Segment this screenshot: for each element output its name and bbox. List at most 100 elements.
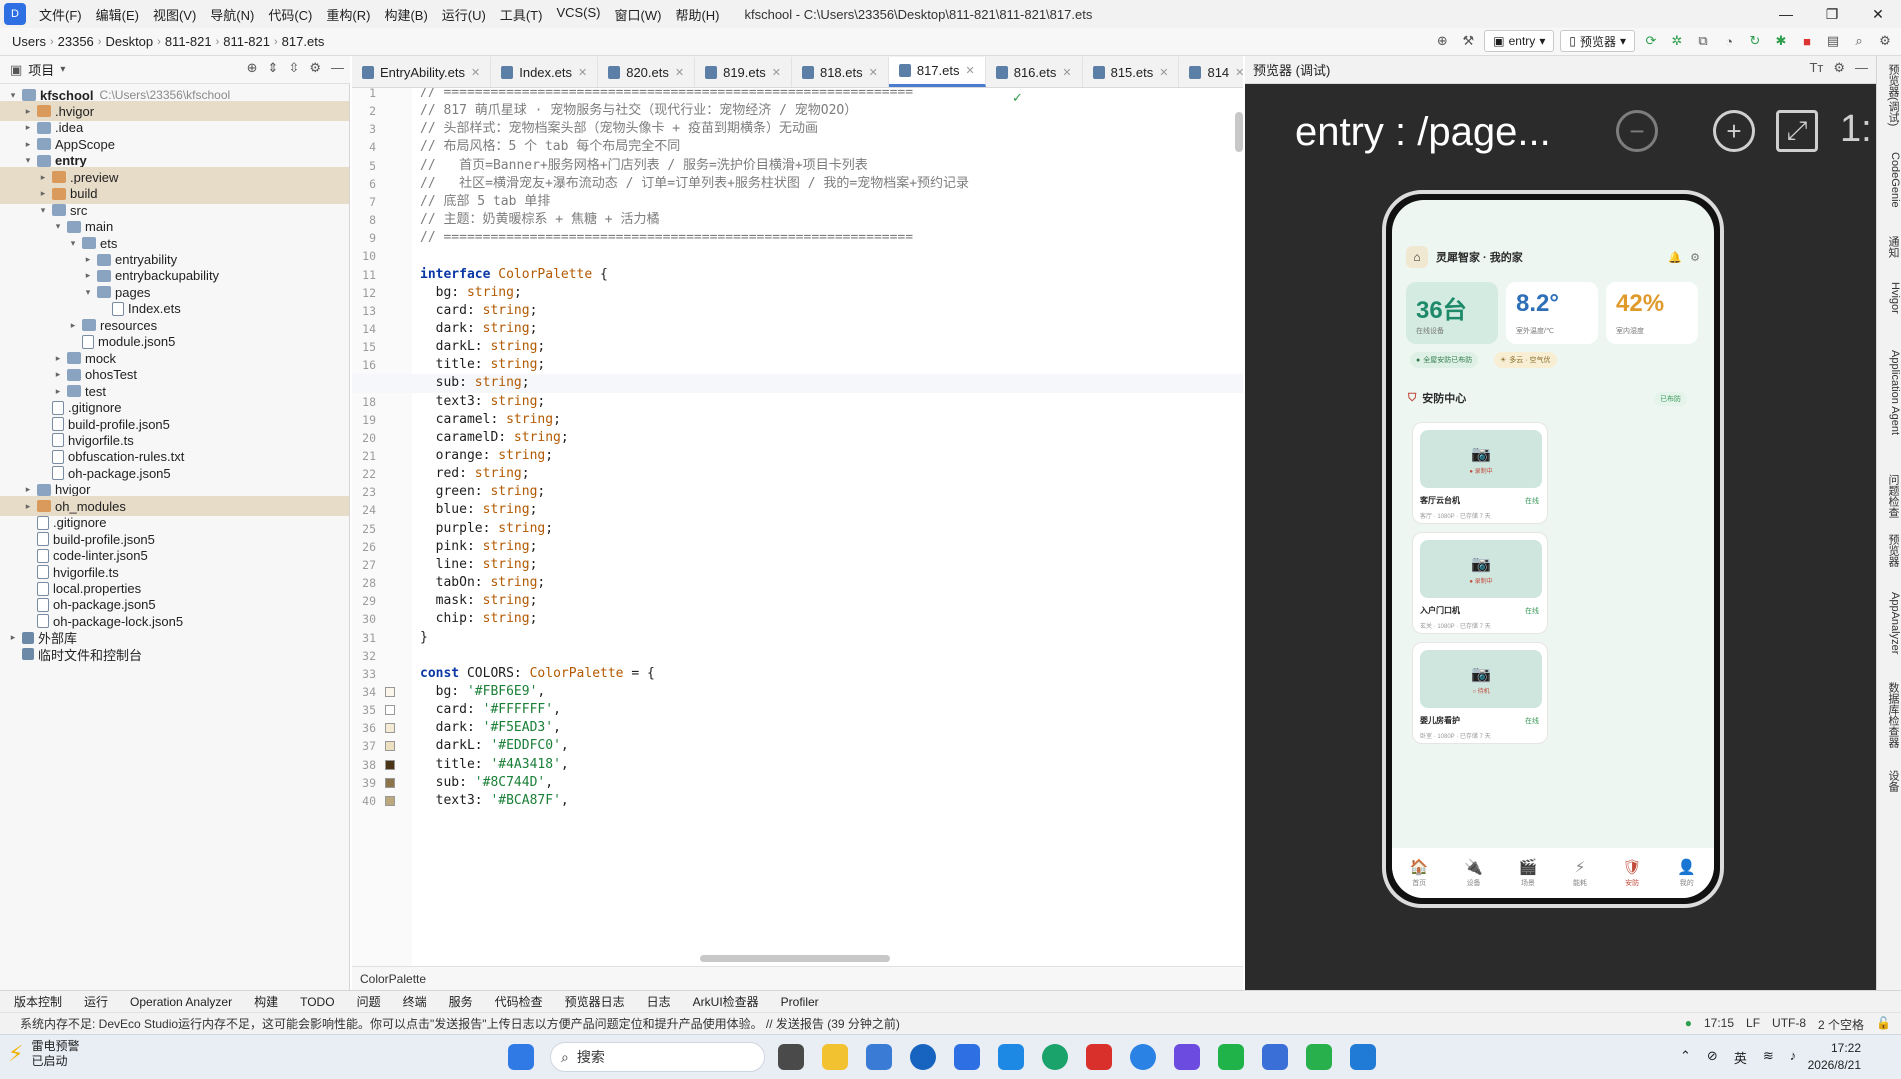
- chevron-up-icon[interactable]: ⌃: [1680, 1048, 1691, 1067]
- color-swatch-icon[interactable]: [385, 777, 395, 788]
- edge-icon[interactable]: [1042, 1044, 1068, 1070]
- taskbar-search[interactable]: ⌕ 搜索: [550, 1042, 765, 1072]
- help-icon[interactable]: [1130, 1044, 1156, 1070]
- rerun-icon[interactable]: ⟳: [1641, 31, 1661, 51]
- tool-window-button[interactable]: 服务: [449, 993, 473, 1010]
- menu-item[interactable]: 导航(N): [203, 5, 261, 24]
- close-icon[interactable]: ✕: [1159, 66, 1168, 79]
- right-strip-item[interactable]: Application Agent: [1879, 350, 1901, 435]
- task-view-icon[interactable]: [778, 1044, 804, 1070]
- hammer-icon[interactable]: ⚒: [1458, 31, 1478, 51]
- tool-window-button[interactable]: Operation Analyzer: [130, 995, 232, 1009]
- editor-tab[interactable]: 819.ets ✕: [695, 57, 792, 87]
- menu-item[interactable]: 运行(U): [435, 5, 493, 24]
- tool-window-button[interactable]: 问题: [357, 993, 381, 1010]
- settings-icon[interactable]: ⚙: [1875, 31, 1895, 51]
- close-icon[interactable]: ✕: [772, 66, 781, 79]
- chevron-right-icon[interactable]: ▸: [81, 254, 95, 265]
- right-strip-item[interactable]: 设备: [1879, 770, 1901, 792]
- editor-tab[interactable]: Index.ets ✕: [491, 57, 599, 87]
- menu-item[interactable]: VCS(S): [549, 5, 607, 24]
- indent-setting[interactable]: 2 个空格: [1818, 1016, 1864, 1033]
- right-strip-item[interactable]: AppAnalyzer: [1879, 592, 1901, 654]
- tool-window-button[interactable]: 终端: [403, 993, 427, 1010]
- close-icon[interactable]: ✕: [1062, 66, 1071, 79]
- zoom-out-icon[interactable]: −: [1616, 110, 1658, 152]
- color-swatch-icon[interactable]: [385, 686, 395, 697]
- mail-icon[interactable]: [998, 1044, 1024, 1070]
- chevron-right-icon[interactable]: ▸: [6, 632, 20, 643]
- font-size-icon[interactable]: Tт: [1809, 60, 1823, 76]
- tree-node[interactable]: 临时文件和控制台: [0, 644, 349, 664]
- chevron-right-icon[interactable]: ▸: [66, 320, 80, 331]
- bell-icon[interactable]: 🔔: [1668, 251, 1682, 264]
- close-icon[interactable]: ✕: [675, 66, 684, 79]
- search-icon[interactable]: ⌕: [1849, 31, 1869, 51]
- breadcrumb-item[interactable]: 23356: [54, 34, 98, 49]
- right-strip-item[interactable]: 预览器: [1879, 534, 1901, 567]
- right-strip-item[interactable]: CodeGenie: [1879, 152, 1901, 208]
- menu-item[interactable]: 工具(T): [493, 5, 550, 24]
- close-icon[interactable]: ✕: [869, 66, 878, 79]
- breadcrumb-item[interactable]: 811-821: [219, 34, 274, 49]
- taskbar-clock[interactable]: 17:22 2026/8/21: [1808, 1040, 1861, 1074]
- chevron-down-icon[interactable]: ▾: [51, 221, 65, 232]
- menu-item[interactable]: 视图(V): [146, 5, 203, 24]
- chevron-down-icon[interactable]: ▾: [6, 90, 20, 101]
- phone-screen[interactable]: ⌂ 灵犀智家 · 我的家 🔔 ⚙ 36台 在线设备 8.2° 室外温度/℃ 42% 室内湿…: [1392, 200, 1714, 898]
- chevron-right-icon[interactable]: ▸: [21, 484, 35, 495]
- hp-icon[interactable]: [910, 1044, 936, 1070]
- attach-icon[interactable]: ⧉: [1693, 31, 1713, 51]
- breadcrumb-item[interactable]: 817.ets: [278, 34, 329, 49]
- close-icon[interactable]: ✕: [1235, 66, 1244, 79]
- right-strip-item[interactable]: 数据库检查器: [1879, 682, 1901, 748]
- run-config-select[interactable]: ▣ entry ▾: [1484, 30, 1555, 52]
- bottom-nav-item[interactable]: ⚡ 能耗: [1573, 858, 1587, 888]
- chevron-down-icon[interactable]: ▾: [66, 238, 80, 249]
- right-strip-item[interactable]: 通知: [1879, 236, 1901, 258]
- hide-icon[interactable]: —: [331, 60, 344, 76]
- breadcrumb-item[interactable]: Users: [8, 34, 50, 49]
- caret-position[interactable]: 17:15: [1704, 1016, 1734, 1033]
- store-icon[interactable]: [866, 1044, 892, 1070]
- tool-window-button[interactable]: 运行: [84, 993, 108, 1010]
- bottom-nav-item[interactable]: 🎬 场景: [1519, 858, 1538, 888]
- start-icon[interactable]: [508, 1044, 534, 1070]
- tool-window-button[interactable]: 代码检查: [495, 993, 543, 1010]
- chat-icon[interactable]: [1306, 1044, 1332, 1070]
- maximize-icon[interactable]: ❐: [1809, 0, 1855, 28]
- wps-icon[interactable]: [1086, 1044, 1112, 1070]
- menu-item[interactable]: 窗口(W): [608, 5, 669, 24]
- close-icon[interactable]: ✕: [966, 64, 975, 77]
- chevron-right-icon[interactable]: ▸: [36, 188, 50, 199]
- menu-item[interactable]: 编辑(E): [89, 5, 146, 24]
- vertical-scrollbar[interactable]: [1235, 112, 1243, 152]
- editor-tab[interactable]: 814 ✕: [1179, 57, 1256, 87]
- menu-item[interactable]: 文件(F): [32, 5, 89, 24]
- collapse-all-icon[interactable]: ⇕: [268, 60, 279, 76]
- wifi-icon[interactable]: ≋: [1763, 1048, 1774, 1067]
- lock-icon[interactable]: 🔓: [1876, 1016, 1891, 1033]
- color-swatch-icon[interactable]: [385, 795, 395, 806]
- ide-icon[interactable]: [1174, 1044, 1200, 1070]
- bottom-nav-item[interactable]: 🛡 安防: [1623, 858, 1642, 888]
- right-strip-item[interactable]: 预览器(调试): [1879, 64, 1901, 126]
- stop-icon[interactable]: ■: [1797, 31, 1817, 51]
- camera-card[interactable]: 📷 ● 录制中 入户门口机 在线 玄关 · 1080P · 已存储 7 天: [1412, 532, 1548, 634]
- reload-icon[interactable]: ↻: [1745, 31, 1765, 51]
- chevron-down-icon[interactable]: ▾: [36, 205, 50, 216]
- code-breadcrumb[interactable]: ColorPalette: [352, 966, 1243, 990]
- camera-card[interactable]: 📷 ● 录制中 客厅云台机 在线 客厅 · 1080P · 已存储 7 天: [1412, 422, 1548, 524]
- vscode-icon[interactable]: [1350, 1044, 1376, 1070]
- right-strip-item[interactable]: Hvigor: [1879, 282, 1901, 314]
- chevron-right-icon[interactable]: ▸: [51, 369, 65, 380]
- file-encoding[interactable]: UTF-8: [1772, 1016, 1806, 1033]
- file-explorer-icon[interactable]: [822, 1044, 848, 1070]
- chevron-right-icon[interactable]: ▸: [81, 270, 95, 281]
- hide-icon[interactable]: —: [1855, 60, 1868, 76]
- tool-window-button[interactable]: TODO: [300, 995, 334, 1009]
- minimize-icon[interactable]: —: [1763, 0, 1809, 28]
- status-message[interactable]: 系统内存不足: DevEco Studio运行内存不足，这可能会影响性能。你可以…: [20, 1015, 900, 1032]
- gear-icon[interactable]: ⚙: [309, 60, 321, 76]
- locate-icon[interactable]: ⊕: [247, 60, 258, 76]
